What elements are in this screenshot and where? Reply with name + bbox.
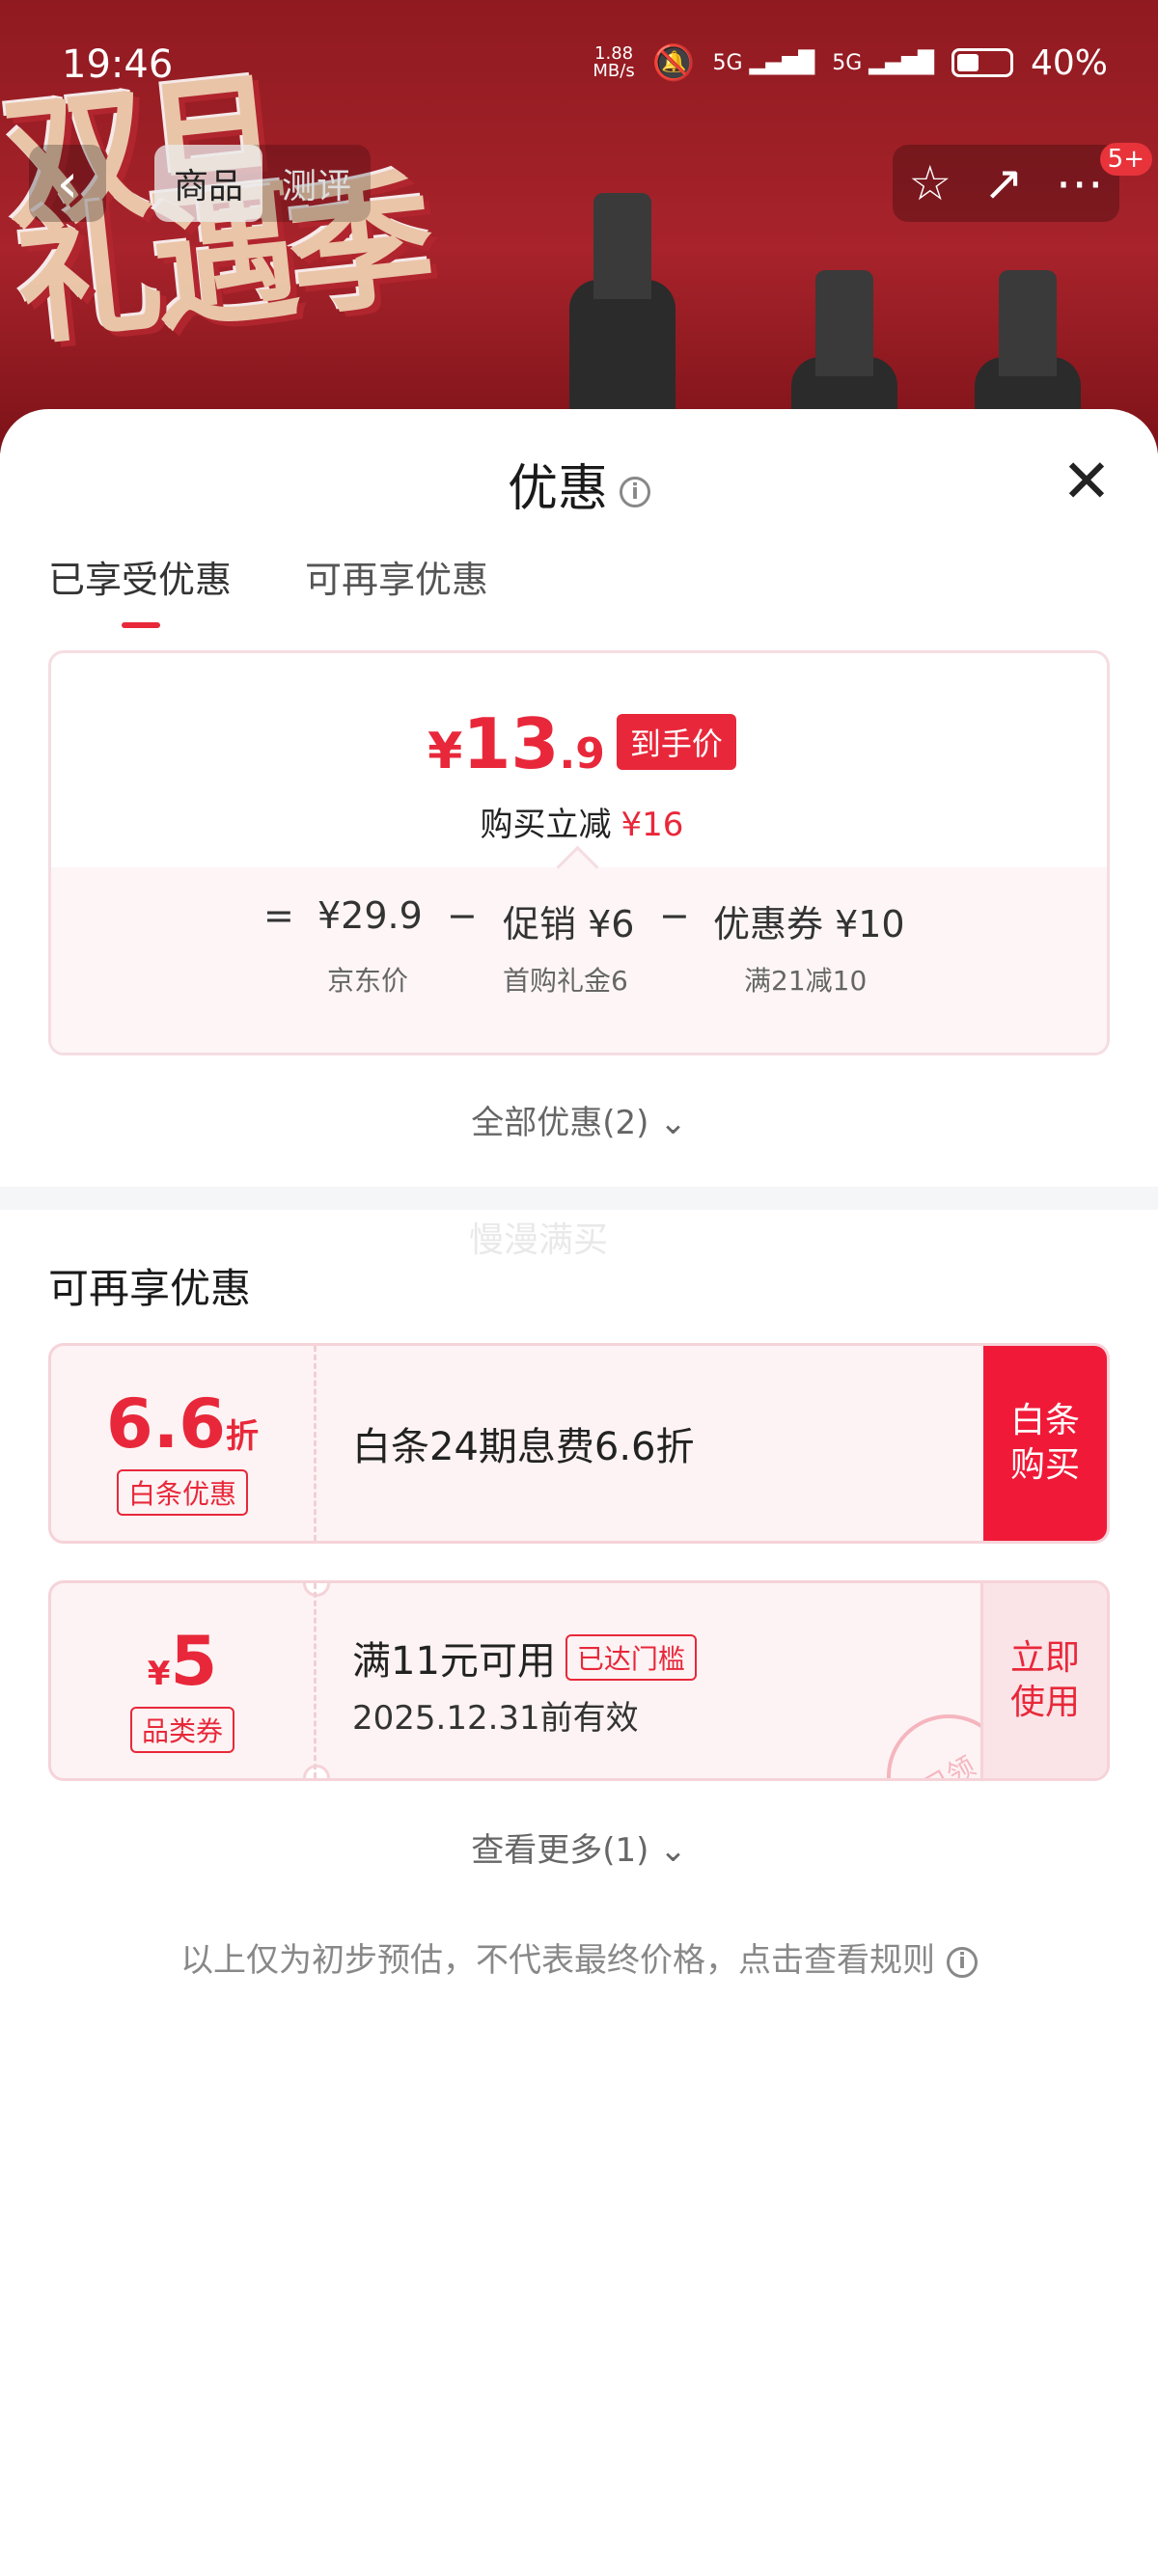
offer-title: 满11元可用 已达门槛 bbox=[352, 1630, 697, 1685]
offer-type-tag: 品类券 bbox=[129, 1707, 235, 1753]
nav-actions: ☆ ↗ ⋯ bbox=[893, 145, 1119, 222]
promo-label: 首购礼金6 bbox=[503, 965, 628, 997]
discount-sheet: 优惠 i ✕ 已享受优惠 可再享优惠 ¥13.9 到手价 购买立减 ¥16 = ¥29… bbox=[0, 409, 1158, 2576]
tab-available[interactable]: 可再享优惠 bbox=[305, 550, 488, 603]
all-offers-toggle[interactable]: 全部优惠(2) ⌄ bbox=[0, 1096, 1158, 1143]
battery-level: 40% bbox=[1030, 42, 1108, 83]
see-more-toggle[interactable]: 查看更多(1) ⌄ bbox=[0, 1823, 1158, 1871]
coupon-amount: 优惠券 ¥10 bbox=[713, 903, 905, 945]
instant-reduction: 购买立减 ¥16 bbox=[480, 806, 684, 844]
minus-sign: − bbox=[447, 894, 478, 937]
star-icon[interactable]: ☆ bbox=[908, 155, 951, 211]
section-divider bbox=[0, 1187, 1158, 1210]
use-now-button[interactable]: 立即 使用 bbox=[980, 1583, 1107, 1778]
promo-amount: 促销 ¥6 bbox=[503, 903, 635, 945]
offer-value: 6.6折 白条优惠 bbox=[51, 1346, 317, 1541]
signal-icon: 5G ▂▄▆█ bbox=[832, 50, 934, 75]
baitiao-buy-button[interactable]: 白条 购买 bbox=[983, 1346, 1107, 1541]
share-icon[interactable]: ↗ bbox=[983, 155, 1024, 211]
info-icon[interactable]: i bbox=[620, 477, 650, 507]
status-time: 19:46 bbox=[62, 42, 174, 87]
back-button[interactable]: ‹ bbox=[29, 145, 106, 222]
disclaimer[interactable]: 以上仅为初步预估，不代表最终价格，点击查看规则 i bbox=[0, 1933, 1158, 1981]
signal-icon: 5G ▂▄▆█ bbox=[712, 50, 815, 75]
offer-title: 白条24期息费6.6折 bbox=[352, 1425, 695, 1469]
close-icon: ✕ bbox=[1062, 446, 1112, 516]
tab-review[interactable]: 测评 bbox=[262, 145, 371, 222]
message-badge: 5+ bbox=[1099, 143, 1152, 176]
chevron-down-icon: ⌄ bbox=[659, 1831, 687, 1870]
base-price-label: 京东价 bbox=[327, 965, 409, 997]
price-summary-card: ¥13.9 到手价 购买立减 ¥16 = ¥29.9 − 促销 ¥6 − 优惠券 ¥… bbox=[48, 650, 1110, 1055]
net-speed: 1.88 MB/s bbox=[593, 43, 635, 81]
chevron-left-icon: ‹ bbox=[56, 151, 79, 215]
info-icon: i bbox=[947, 1946, 978, 1978]
discount-tabs: 已享受优惠 可再享优惠 bbox=[48, 550, 488, 628]
status-bar: 19:46 1.88 MB/s 🔕 5G ▂▄▆█ 5G ▂▄▆█ 40% bbox=[0, 0, 1158, 125]
base-price: ¥29.9 bbox=[317, 894, 423, 937]
more-icon[interactable]: ⋯ bbox=[1056, 155, 1104, 211]
minus-sign: − bbox=[659, 894, 690, 937]
sheet-title: 优惠 i bbox=[0, 448, 1158, 520]
threshold-badge: 已达门槛 bbox=[565, 1634, 697, 1681]
tab-product[interactable]: 商品 bbox=[154, 145, 263, 222]
final-price: ¥13.9 到手价 bbox=[51, 703, 1107, 784]
status-icons: 1.88 MB/s 🔕 5G ▂▄▆█ 5G ▂▄▆█ 40% bbox=[593, 42, 1108, 84]
chevron-down-icon: ⌄ bbox=[659, 1104, 687, 1142]
equals-sign: = bbox=[263, 894, 294, 937]
offer-card-coupon: ¥5 品类券 满11元可用 已达门槛 2025.12.31前有效 已领 立即 使用 bbox=[48, 1580, 1110, 1781]
close-button[interactable]: ✕ bbox=[1062, 452, 1112, 511]
coupon-label: 满21减10 bbox=[744, 965, 868, 997]
offer-type-tag: 白条优惠 bbox=[116, 1469, 249, 1516]
offer-card-baitiao: 6.6折 白条优惠 白条24期息费6.6折 白条 购买 bbox=[48, 1343, 1110, 1544]
offer-expiry: 2025.12.31前有效 bbox=[352, 1699, 639, 1738]
battery-icon bbox=[951, 48, 1013, 77]
final-price-tag: 到手价 bbox=[616, 714, 736, 770]
price-breakdown: = ¥29.9 − 促销 ¥6 − 优惠券 ¥10 京东价 首购礼金6 满21减… bbox=[51, 867, 1107, 1053]
offer-value: ¥5 品类券 bbox=[51, 1583, 317, 1778]
nav-tabs: 商品 测评 bbox=[154, 145, 372, 222]
tab-enjoyed[interactable]: 已享受优惠 bbox=[48, 550, 232, 628]
section-title: 可再享优惠 bbox=[48, 1265, 252, 1312]
watermark-text: 慢漫满买 bbox=[469, 1220, 609, 1260]
mute-icon: 🔕 bbox=[651, 43, 696, 83]
